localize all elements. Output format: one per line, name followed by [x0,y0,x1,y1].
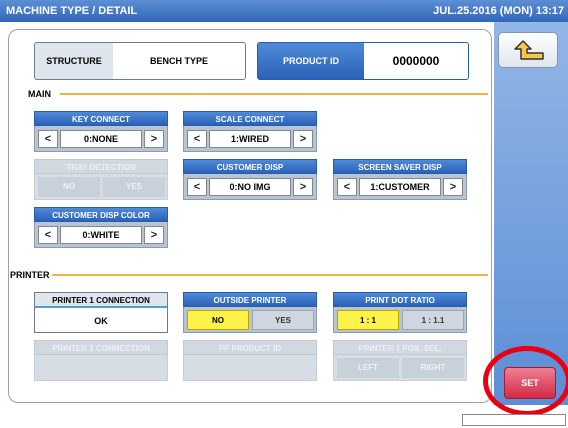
structure-value: BENCH TYPE [113,43,245,79]
page-title: MACHINE TYPE / DETAIL [6,5,138,17]
section-printer: PRINTER [10,270,50,280]
scale-connect-value: 1:WIRED [209,130,291,148]
scale-connect-group: SCALE CONNECT < 1:WIRED > [183,111,317,157]
pp-product-id-group: PP PRODUCT ID [183,340,317,386]
screen-saver-disp-next-button[interactable]: > [443,178,463,196]
key-connect-prev-button[interactable]: < [38,130,58,148]
scale-connect-title: SCALE CONNECT [183,111,317,126]
tray-detection-yes: YES [103,177,165,197]
pp-product-id-title: PP PRODUCT ID [183,340,317,355]
section-main-rule [60,93,488,95]
print-dot-ratio-1-1.1[interactable]: 1 : 1.1 [402,310,464,330]
outside-printer-group: OUTSIDE PRINTER NO YES [183,292,317,338]
outside-printer-title: OUTSIDE PRINTER [183,292,317,307]
printer1-pos-sel-title: PRINTER 1 POS. SEL. [333,340,467,355]
printer2-connection-title: PRINTER 2 CONNECTION [34,340,168,355]
tray-detection-group: TRAY DETECTION NO YES [34,159,168,205]
customer-disp-color-next-button[interactable]: > [144,226,164,244]
back-button[interactable] [498,32,558,68]
printer2-connection-group: PRINTER 2 CONNECTION [34,340,168,386]
section-main: MAIN [28,89,51,99]
printer1-connection-box: PRINTER 1 CONNECTION OK [34,292,168,333]
outside-printer-yes[interactable]: YES [252,310,314,330]
screen-saver-disp-value: 1:CUSTOMER [359,178,441,196]
key-connect-next-button[interactable]: > [144,130,164,148]
key-connect-title: KEY CONNECT [34,111,168,126]
structure-label: STRUCTURE [46,56,102,66]
print-dot-ratio-group: PRINT DOT RATIO 1 : 1 1 : 1.1 [333,292,467,338]
customer-disp-next-button[interactable]: > [293,178,313,196]
scale-connect-prev-button[interactable]: < [187,130,207,148]
product-id-label: PRODUCT ID [283,56,339,66]
screen-saver-disp-group: SCREEN SAVER DISP < 1:CUSTOMER > [333,159,467,205]
printer1-pos-sel-group: PRINTER 1 POS. SEL. LEFT RIGHT [333,340,467,386]
printer1-connection-value: OK [35,310,167,332]
return-arrow-icon [514,40,544,60]
section-printer-rule [52,274,488,276]
customer-disp-color-group: CUSTOMER DISP COLOR < 0:WHITE > [34,207,168,253]
customer-disp-prev-button[interactable]: < [187,178,207,196]
customer-disp-title: CUSTOMER DISP [183,159,317,174]
customer-disp-value: 0:NO IMG [209,178,291,196]
customer-disp-group: CUSTOMER DISP < 0:NO IMG > [183,159,317,205]
structure-box: STRUCTURE BENCH TYPE [34,42,246,80]
tray-detection-title: TRAY DETECTION [34,159,168,174]
product-id-box[interactable]: PRODUCT ID 0000000 [257,42,469,80]
scale-connect-next-button[interactable]: > [293,130,313,148]
title-bar: MACHINE TYPE / DETAIL JUL.25.2016 (MON) … [0,0,568,22]
key-connect-group: KEY CONNECT < 0:NONE > [34,111,168,157]
customer-disp-color-title: CUSTOMER DISP COLOR [34,207,168,222]
datetime: JUL.25.2016 (MON) 13:17 [433,5,564,17]
screen-saver-disp-prev-button[interactable]: < [337,178,357,196]
highlight-ring [483,346,568,416]
screen-saver-disp-title: SCREEN SAVER DISP [333,159,467,174]
printer1-pos-right: RIGHT [402,358,464,378]
tray-detection-no: NO [38,177,100,197]
key-connect-value: 0:NONE [60,130,142,148]
status-box [462,414,566,426]
outside-printer-no[interactable]: NO [187,310,249,330]
print-dot-ratio-1-1[interactable]: 1 : 1 [337,310,399,330]
customer-disp-color-value: 0:WHITE [60,226,142,244]
printer1-connection-title: PRINTER 1 CONNECTION [35,293,167,308]
product-id-value: 0000000 [364,43,468,79]
customer-disp-color-prev-button[interactable]: < [38,226,58,244]
print-dot-ratio-title: PRINT DOT RATIO [333,292,467,307]
printer1-pos-left: LEFT [337,358,399,378]
